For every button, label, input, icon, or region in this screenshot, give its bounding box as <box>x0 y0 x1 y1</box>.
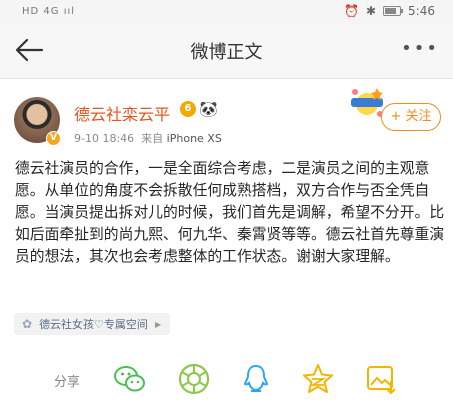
more-dots-icon[interactable]: ••• <box>401 38 439 59</box>
alarm-clock-icon: ⏰ <box>344 4 359 18</box>
verified-badge: V <box>46 131 61 146</box>
topic-tag[interactable]: ✿ 德云社女孩♡专属空间 ▶ <box>14 313 171 335</box>
signal-indicator: HD 4G ııl <box>22 6 76 17</box>
caret-right-icon: ▶ <box>154 319 162 329</box>
post-time: 9-10 18:46 <box>74 132 135 145</box>
post-text: 德云社演员的合作，一是全面综合考虑，二是演员之间的主观意愿。从单位的角度不会拆散… <box>15 160 445 265</box>
nav-bar: 微博正文 ••• <box>0 24 453 79</box>
page-title: 微博正文 <box>190 42 263 63</box>
panda-emoji: 🐼 <box>199 100 218 118</box>
flower-icon: ✿ <box>22 317 33 331</box>
wechat-icon[interactable] <box>113 362 147 396</box>
status-right: ⏰ ✱ 5:46 <box>344 4 435 18</box>
battery-icon <box>383 6 404 16</box>
qq-icon[interactable] <box>239 362 273 396</box>
topic-label: 德云社女孩♡专属空间 <box>39 318 148 331</box>
author-name[interactable]: 德云社栾云平 <box>74 101 170 125</box>
qzone-star-icon[interactable] <box>301 362 335 396</box>
share-bar: 分享 <box>0 348 453 408</box>
source-prefix: 来自 <box>141 132 164 145</box>
post-meta: 9-10 18:46 来自 iPhone XS <box>74 130 222 146</box>
share-label: 分享 <box>54 375 81 390</box>
device-name: iPhone XS <box>166 132 222 145</box>
save-image-icon[interactable] <box>364 362 398 396</box>
vip-badge: 6 <box>180 101 196 117</box>
follow-button[interactable]: + 关注 <box>381 103 441 131</box>
bluetooth-icon: ✱ <box>365 4 377 18</box>
status-bar: HD 4G ııl ⏰ ✱ 5:46 <box>0 0 453 24</box>
status-time: 5:46 <box>408 4 435 18</box>
moments-icon[interactable] <box>177 362 211 396</box>
